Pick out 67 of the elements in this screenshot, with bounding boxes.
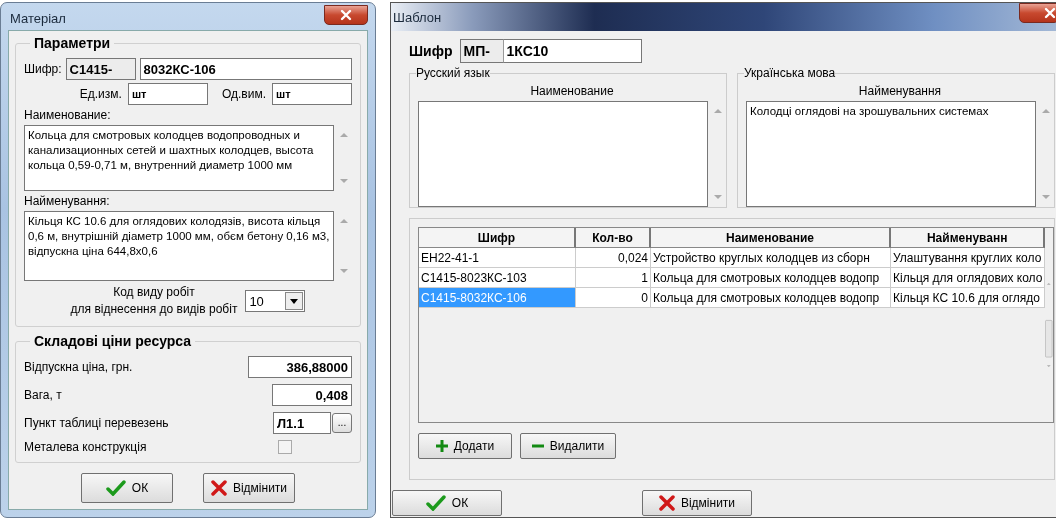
plus-icon [435, 440, 448, 452]
checkbox[interactable] [278, 440, 292, 454]
ok-button[interactable]: ОК [81, 473, 173, 503]
field-label: Од.вим. [221, 87, 266, 101]
text-area[interactable]: Кільця КС 10.6 для оглядових колодязів, висота кільця 0,6 м, внутрішній діаметр 1000 мм, обєм бетону 0,16 м3, відпускна ціна 644,8х0,6 [24, 211, 334, 281]
close-icon [340, 8, 352, 21]
number-field[interactable]: 386,88000 [248, 356, 352, 378]
field-label: Ед.изм. [79, 87, 122, 101]
unit-field[interactable]: шт [272, 83, 352, 105]
dropdown[interactable]: 10 [245, 290, 306, 312]
table-cell[interactable]: Кільця КС 10.6 для оглядо [891, 288, 1046, 308]
field-label: Шифр [409, 43, 453, 59]
table-cell[interactable]: 0 [576, 288, 651, 308]
table-cell[interactable]: Устройство круглых колодцев из сборн [651, 248, 891, 268]
group-title: Параметри [30, 35, 115, 51]
ok-button[interactable]: ОК [392, 490, 502, 516]
text-area[interactable]: Колодці оглядові на зрошувальних системах [746, 101, 1036, 207]
code-prefix-field: МП- [460, 39, 505, 63]
code-field[interactable]: 8032КС-106 [139, 58, 352, 80]
table-cell[interactable]: Кольца для смотровых колодцев водопр [651, 288, 891, 308]
window-title: Матеріал [10, 11, 66, 26]
table-cell[interactable]: Кольца для смотровых колодцев водопр [651, 268, 891, 288]
field-label: Вага, т [24, 388, 62, 402]
cross-icon [210, 480, 227, 496]
browse-button[interactable]: ... [332, 413, 352, 433]
close-button[interactable] [324, 4, 368, 25]
delete-button[interactable]: Видалити [520, 433, 616, 459]
field-label: Пункт таблиці перевезень [24, 416, 169, 430]
column-header[interactable]: Наименование [651, 228, 891, 248]
close-icon [1044, 7, 1056, 19]
column-header[interactable]: Найменуванн [891, 228, 1046, 248]
field-label: Найменування [858, 84, 942, 98]
column-header[interactable]: Шифр [419, 228, 576, 248]
unit-field[interactable]: шт [127, 83, 208, 105]
field-label: Наименование [530, 84, 614, 98]
table-cell[interactable]: Кільця для оглядових коло [891, 268, 1046, 288]
code-prefix-field: С1415- [65, 58, 136, 80]
group-title: Русский язык [416, 66, 490, 80]
table-cell[interactable]: 0,024 [576, 248, 651, 268]
window-title: Шаблон [393, 9, 442, 25]
group-title: Складові ціни ресурса [30, 333, 196, 349]
table-cell[interactable]: С1415-8023КС-103 [419, 268, 576, 288]
code-field[interactable]: 1КС10 [504, 39, 643, 63]
close-button[interactable] [1019, 3, 1056, 23]
table-cell[interactable]: ЕН22-41-1 [419, 248, 576, 268]
checkmark-icon [105, 480, 126, 496]
cancel-button[interactable]: Відмінити [642, 490, 752, 516]
text-area[interactable]: Кольца для смотровых колодцев водопроводных и канализационных сетей и шахтных колодцев, высота кольца 0,59-0,71 м, внутренний диаметр 1000 мм [24, 125, 334, 191]
cross-icon [658, 495, 675, 511]
minus-icon [531, 444, 544, 448]
field-label: Наименование: [24, 108, 112, 122]
field-label: Найменування: [24, 194, 111, 208]
checkmark-icon [425, 495, 446, 511]
group-title: Українська мова [744, 66, 836, 80]
checkbox-label: Металева конструкція [24, 440, 147, 454]
field-label: Шифр: [24, 62, 62, 76]
table-cell[interactable]: 1 [576, 268, 651, 288]
cancel-button[interactable]: Відмінити [203, 473, 295, 503]
number-field[interactable]: 0,408 [272, 384, 352, 406]
table-cell[interactable]: Улаштування круглих коло [891, 248, 1046, 268]
caret-icon [290, 298, 299, 304]
text-field[interactable]: Л1.1 [273, 412, 331, 434]
column-header[interactable]: Кол-во [576, 228, 651, 248]
field-label: Код виду робіт для віднесення до видів робіт [70, 284, 238, 318]
text-area[interactable] [418, 101, 708, 207]
add-button[interactable]: Додати [418, 433, 512, 459]
field-label: Відпускна ціна, грн. [24, 360, 133, 374]
